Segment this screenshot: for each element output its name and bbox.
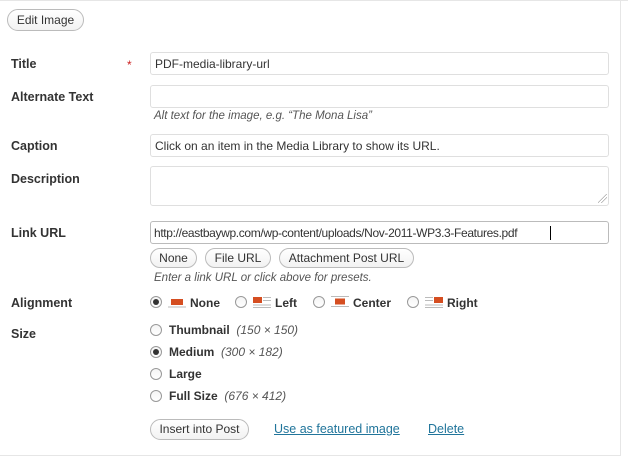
link-attachment-post-url-button[interactable]: Attachment Post URL [279, 248, 414, 268]
alignment-label: Alignment [11, 296, 73, 310]
size-medium-label: Medium [169, 345, 215, 359]
alt-text-input[interactable] [150, 85, 609, 108]
size-large-radio[interactable] [150, 368, 162, 380]
delete-link[interactable]: Delete [428, 422, 464, 436]
align-left-label: Left [275, 296, 297, 310]
caption-label: Caption [11, 139, 58, 153]
link-url-input[interactable] [150, 221, 609, 244]
size-thumbnail-label: Thumbnail [169, 323, 230, 337]
link-file-url-button[interactable]: File URL [205, 248, 271, 268]
size-large-option: Large [169, 367, 202, 381]
align-center-icon [331, 296, 349, 307]
required-marker: * [127, 58, 132, 72]
align-left-radio[interactable] [235, 296, 247, 308]
link-none-button[interactable]: None [150, 248, 197, 268]
size-full-radio[interactable] [150, 390, 162, 402]
textarea-resize-handle[interactable] [598, 194, 607, 203]
align-center-label: Center [353, 296, 392, 310]
size-medium-dims: (300 × 182) [221, 345, 283, 359]
align-right-icon [425, 297, 443, 308]
description-textarea[interactable] [150, 166, 609, 206]
size-thumbnail-radio[interactable] [150, 324, 162, 336]
title-input[interactable] [150, 52, 609, 75]
panel-border-top [0, 0, 628, 1]
align-left-icon [253, 297, 271, 308]
edit-image-button[interactable]: Edit Image [7, 9, 84, 31]
alt-text-label: Alternate Text [11, 90, 94, 104]
size-thumbnail-dims: (150 × 150) [236, 323, 299, 337]
size-large-label: Large [169, 367, 202, 381]
align-right-label: Right [447, 296, 478, 310]
size-medium-radio[interactable] [150, 346, 162, 358]
panel-border-right [620, 0, 621, 456]
size-thumbnail-option: Thumbnail (150 × 150) [169, 323, 298, 337]
link-url-help: Enter a link URL or click above for pres… [154, 272, 372, 284]
media-attachment-details: Edit Image Title * Alternate Text Alt te… [0, 0, 628, 468]
align-center-radio[interactable] [313, 296, 325, 308]
align-none-label: None [190, 296, 220, 310]
alt-text-help: Alt text for the image, e.g. “The Mona L… [154, 110, 372, 122]
align-right-radio[interactable] [407, 296, 419, 308]
link-url-label: Link URL [11, 226, 66, 240]
size-full-label: Full Size [169, 389, 218, 403]
size-full-dims: (676 × 412) [224, 389, 287, 403]
align-none-icon [168, 299, 186, 308]
text-caret [550, 226, 551, 240]
size-full-option: Full Size (676 × 412) [169, 389, 286, 403]
size-label: Size [11, 327, 37, 341]
title-label: Title [11, 57, 37, 71]
align-none-radio[interactable] [150, 296, 162, 308]
insert-into-post-button[interactable]: Insert into Post [150, 419, 249, 440]
use-as-featured-image-link[interactable]: Use as featured image [274, 422, 400, 436]
size-medium-option: Medium (300 × 182) [169, 345, 283, 359]
description-label: Description [11, 172, 80, 186]
caption-input[interactable] [150, 134, 609, 157]
panel-border-bottom [0, 455, 621, 456]
